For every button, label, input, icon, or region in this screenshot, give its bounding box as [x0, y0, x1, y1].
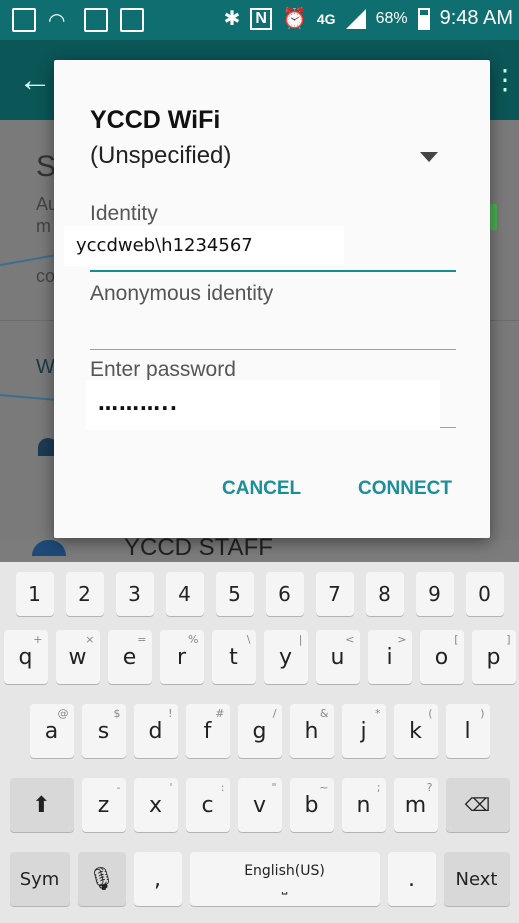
key-l[interactable]: ) l [445, 704, 490, 758]
key-n[interactable]: ; n [341, 778, 386, 832]
back-arrow-icon[interactable]: ← [18, 60, 58, 100]
letter-row-2: @ a $ s ! d # f / g & h * j (k ) l [0, 704, 519, 758]
bg-partial-line2: m [36, 216, 51, 236]
alarm-icon: ⏰ [281, 8, 307, 30]
next-key[interactable]: Next [443, 852, 510, 906]
key-p[interactable]: ] p [471, 630, 516, 684]
space-bar-icon: ⎵ [281, 879, 288, 895]
signal-icon [345, 8, 366, 29]
key-y[interactable]: | y [263, 630, 308, 684]
network-yccd-staff: YCCD STAFF [124, 534, 273, 561]
period-key[interactable]: . [387, 852, 436, 906]
status-left-icons: ◠ [12, 8, 144, 32]
overflow-menu-icon[interactable]: ⋮ [491, 62, 519, 102]
key-a[interactable]: @ a [29, 704, 74, 758]
battery-icon [417, 7, 430, 30]
key-t[interactable]: \ t [211, 630, 256, 684]
key-2[interactable]: 2 [65, 572, 104, 616]
key-i[interactable]: > i [367, 630, 412, 684]
dropdown-arrow-icon [420, 152, 438, 162]
clock: 9:48 AM [439, 7, 513, 29]
key-5[interactable]: 5 [215, 572, 254, 616]
dropdown-value: (Unspecified) [90, 142, 232, 169]
voice-input-key[interactable]: 🎙 [77, 852, 126, 906]
bluetooth-icon: ✱ [223, 8, 241, 30]
key-z[interactable]: -z [81, 778, 126, 832]
password-value: ……….. [86, 380, 440, 430]
eap-method-dropdown[interactable]: (Unspecified) [90, 140, 454, 176]
key-x[interactable]: ' x [133, 778, 178, 832]
wifi-icon-2 [32, 540, 66, 556]
backspace-icon: ⌫ [464, 794, 491, 816]
comma-key[interactable]: , [133, 852, 182, 906]
key-h[interactable]: & h [289, 704, 334, 758]
space-key[interactable]: English(US) ⎵ [189, 852, 380, 906]
key-b[interactable]: ~ b [289, 778, 334, 832]
key-e[interactable]: = e [107, 630, 152, 684]
bg-partial-section: W [36, 356, 55, 378]
shift-key[interactable]: ⬆ [9, 778, 74, 832]
identity-label: Identity [90, 202, 158, 225]
nfc-icon: N [250, 7, 272, 30]
dialog-title: YCCD WiFi [90, 106, 221, 134]
identity-value: yccdweb\h1234567 [64, 226, 344, 266]
anonymous-identity-label: Anonymous identity [90, 282, 274, 305]
key-d[interactable]: ! d [133, 704, 178, 758]
bg-partial-title: S [36, 150, 57, 183]
backspace-key[interactable]: ⌫ [445, 778, 510, 832]
email-icon [120, 8, 144, 32]
bg-partial-line3: co [36, 266, 56, 286]
key-6[interactable]: 6 [265, 572, 304, 616]
connect-button[interactable]: CONNECT [358, 478, 452, 500]
soft-keyboard: 1 2 3 4 5 6 7 8 9 0 + q × w = e % r \ t | y < u… [0, 562, 519, 923]
gallery-icon [12, 8, 36, 32]
key-3[interactable]: 3 [115, 572, 154, 616]
key-o[interactable]: [o [419, 630, 464, 684]
key-0[interactable]: 0 [465, 572, 504, 616]
wifi-dialog: YCCD WiFi (Unspecified) Identity yccdweb… [54, 60, 490, 538]
key-r[interactable]: % r [159, 630, 204, 684]
battery-percent: 68% [375, 9, 408, 27]
letter-row-3: ⬆ -z ' x :c " v ~ b ; n ? m ⌫ [0, 778, 519, 832]
network-type: 4G [316, 10, 336, 27]
key-m[interactable]: ? m [393, 778, 438, 832]
key-7[interactable]: 7 [315, 572, 354, 616]
status-bar: ◠ ✱ N ⏰ 4G 68% 9:48 AM [0, 0, 519, 40]
bottom-row: Sym 🎙 , English(US) ⎵ . Next [0, 852, 519, 906]
key-4[interactable]: 4 [165, 572, 204, 616]
key-w[interactable]: × w [55, 630, 100, 684]
key-c[interactable]: :c [185, 778, 230, 832]
letter-row-1: + q × w = e % r \ t | y < u > i [o ] p [0, 630, 519, 684]
password-label: Enter password [90, 358, 236, 381]
key-g[interactable]: / g [237, 704, 282, 758]
key-9[interactable]: 9 [415, 572, 454, 616]
key-k[interactable]: (k [393, 704, 438, 758]
shift-icon: ⬆ [32, 792, 51, 818]
wifi-calling-icon: ◠ [48, 10, 66, 32]
status-right-icons: ✱ N ⏰ 4G 68% 9:48 AM [224, 6, 513, 31]
key-j[interactable]: * j [341, 704, 386, 758]
voicemail-icon [84, 8, 108, 32]
sym-key[interactable]: Sym [9, 852, 70, 906]
cancel-button[interactable]: CANCEL [222, 478, 301, 500]
key-s[interactable]: $ s [81, 704, 126, 758]
microphone-icon: 🎙 [87, 866, 116, 892]
key-q[interactable]: + q [3, 630, 48, 684]
anonymous-identity-field[interactable] [90, 308, 456, 350]
number-row: 1 2 3 4 5 6 7 8 9 0 [0, 572, 519, 616]
key-v[interactable]: " v [237, 778, 282, 832]
key-f[interactable]: # f [185, 704, 230, 758]
key-8[interactable]: 8 [365, 572, 404, 616]
key-u[interactable]: < u [315, 630, 360, 684]
key-1[interactable]: 1 [15, 572, 54, 616]
